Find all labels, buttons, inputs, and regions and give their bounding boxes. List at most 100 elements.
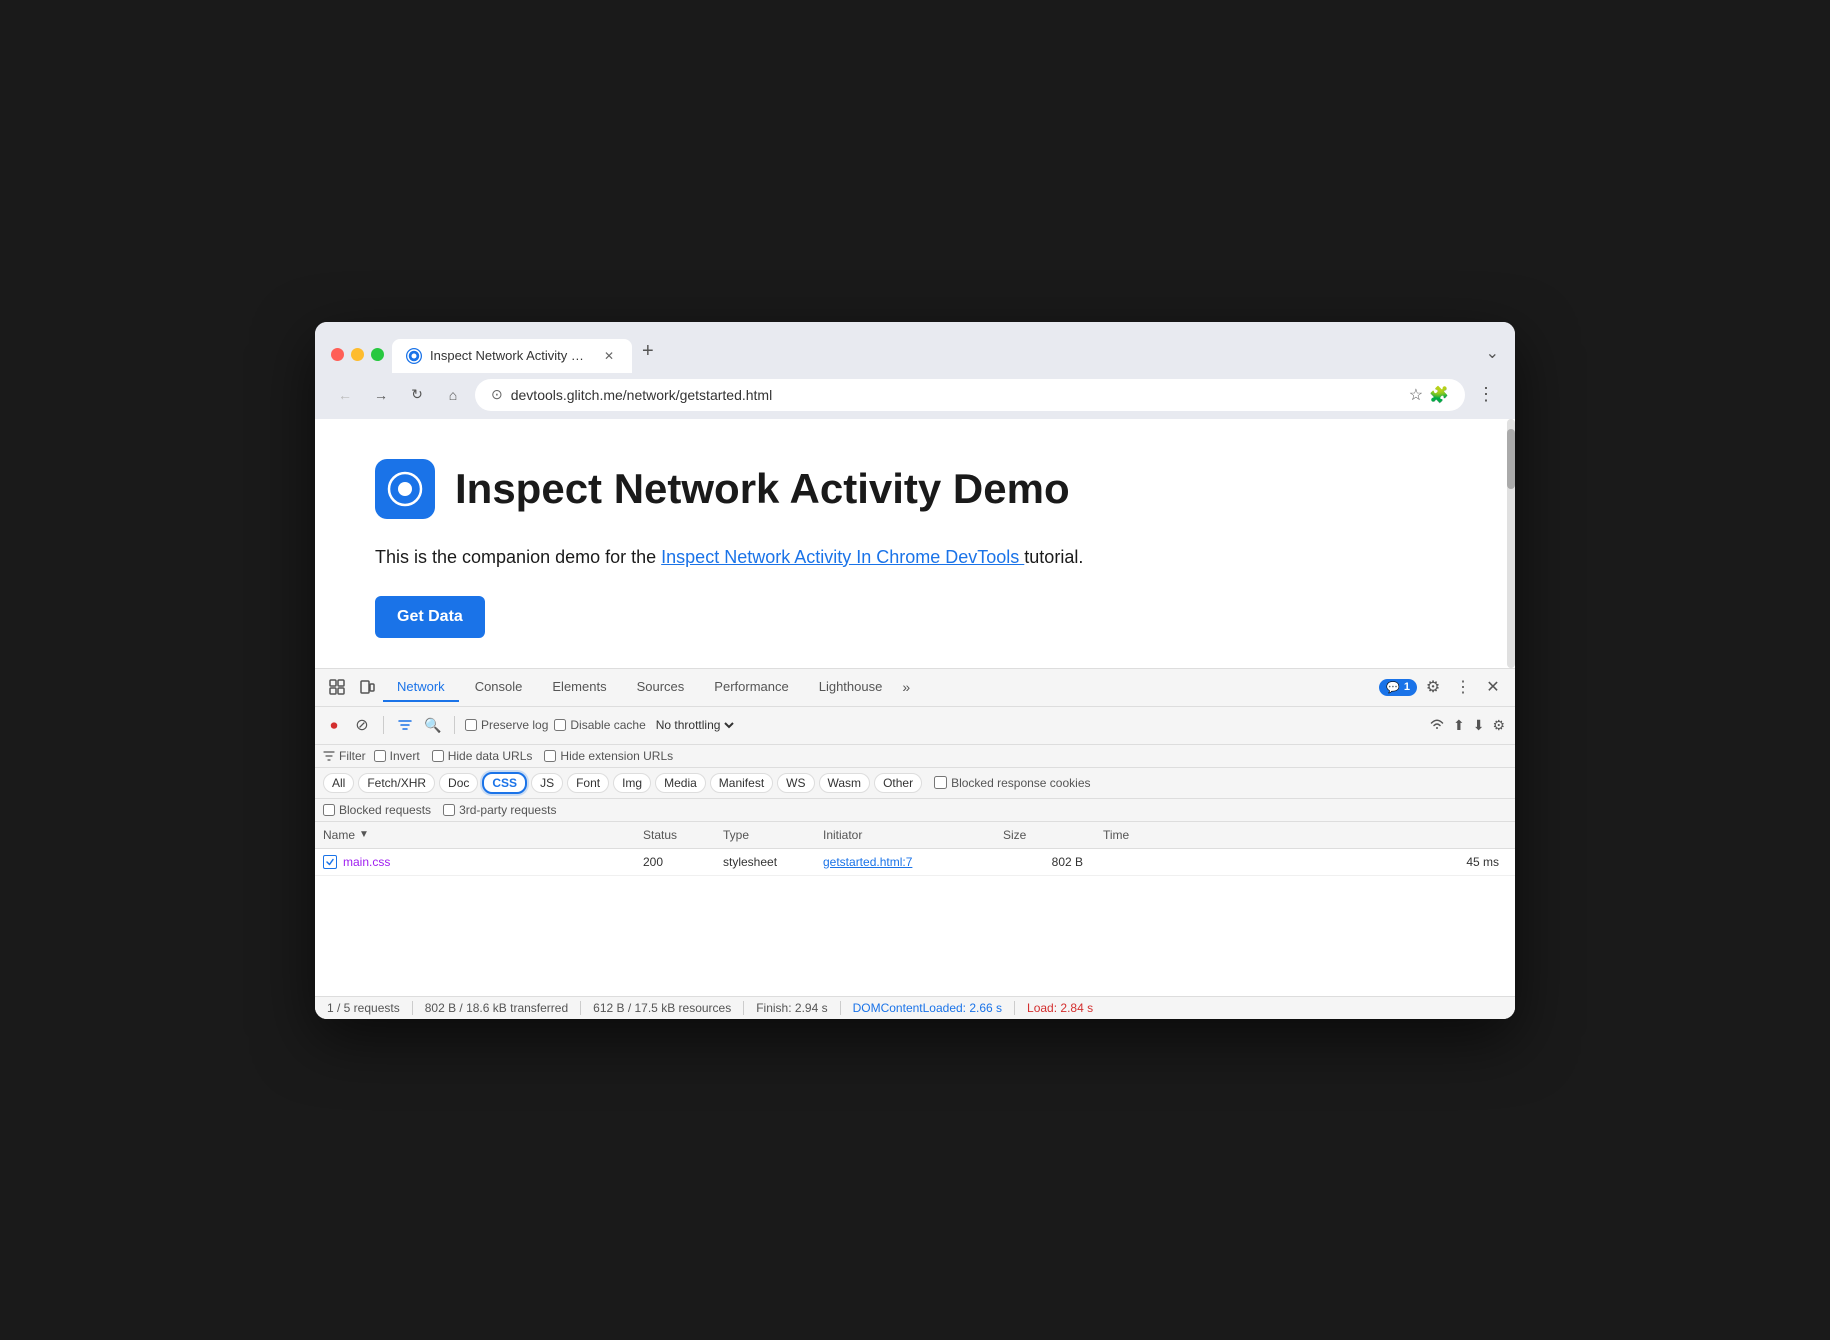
minimize-button[interactable] (351, 348, 364, 361)
more-tabs-button[interactable]: » (898, 679, 914, 695)
address-input-area[interactable]: ⊙ devtools.glitch.me/network/getstarted.… (475, 379, 1465, 411)
tab-close-button[interactable]: ✕ (600, 347, 618, 365)
td-initiator[interactable]: getstarted.html:7 (823, 855, 1003, 869)
type-btn-wasm[interactable]: Wasm (819, 773, 871, 793)
tab-lighthouse[interactable]: Lighthouse (805, 673, 897, 702)
status-bar: 1 / 5 requests 802 B / 18.6 kB transferr… (315, 996, 1515, 1019)
extensions-icon[interactable]: 🧩 (1429, 385, 1449, 405)
blocked-response-cookies-label: Blocked response cookies (951, 776, 1090, 790)
maximize-button[interactable] (371, 348, 384, 361)
file-name: main.css (343, 855, 390, 869)
type-btn-fetch-xhr[interactable]: Fetch/XHR (358, 773, 435, 793)
invert-label: Invert (390, 749, 420, 763)
type-filter-row: All Fetch/XHR Doc CSS JS Font Img Media … (315, 768, 1515, 799)
device-mode-button[interactable] (353, 673, 381, 701)
throttle-select[interactable]: No throttling Fast 3G Slow 3G Offline (652, 717, 737, 733)
back-button[interactable]: ← (331, 381, 359, 409)
hide-data-urls-label: Hide data URLs (448, 749, 533, 763)
devtools-panel: Network Console Elements Sources Perform… (315, 668, 1515, 1019)
bookmark-icon[interactable]: ☆ (1409, 385, 1423, 405)
tab-dropdown-button[interactable]: ⌄ (1486, 343, 1499, 373)
page-logo (375, 459, 435, 519)
network-right-icons: ⬆ ⬇ ⚙ (1427, 715, 1507, 736)
sort-icon[interactable]: ▼ (359, 829, 369, 840)
type-btn-all[interactable]: All (323, 773, 354, 793)
close-button[interactable] (331, 348, 344, 361)
network-settings-icon[interactable]: ⚙ (1490, 715, 1507, 736)
invert-checkbox[interactable] (374, 750, 386, 762)
blocked-row: Blocked requests 3rd-party requests (315, 799, 1515, 822)
page-header: Inspect Network Activity Demo (375, 459, 1455, 519)
get-data-button[interactable]: Get Data (375, 596, 485, 638)
tab-network[interactable]: Network (383, 673, 459, 702)
badge-icon: 💬 (1386, 681, 1400, 694)
page-scroll-area: Inspect Network Activity Demo This is th… (315, 419, 1515, 668)
type-btn-img[interactable]: Img (613, 773, 651, 793)
third-party-requests-checkbox[interactable] (443, 804, 455, 816)
home-button[interactable]: ⌂ (439, 381, 467, 409)
type-btn-js[interactable]: JS (531, 773, 563, 793)
table-row[interactable]: main.css 200 stylesheet getstarted.html:… (315, 849, 1515, 876)
devtools-tabs: Network Console Elements Sources Perform… (315, 669, 1515, 707)
filter-row: Filter Invert Hide data URLs Hide extens… (315, 745, 1515, 768)
td-time: 45 ms (1103, 855, 1507, 869)
inspector-toggle-button[interactable] (323, 673, 351, 701)
tab-console[interactable]: Console (461, 673, 537, 702)
type-btn-ws[interactable]: WS (777, 773, 814, 793)
devtools-more-button[interactable]: ⋮ (1449, 673, 1477, 701)
subtitle-suffix: tutorial. (1024, 547, 1083, 567)
type-btn-font[interactable]: Font (567, 773, 609, 793)
hide-extension-urls-label: Hide extension URLs (560, 749, 673, 763)
hide-data-urls-checkbox[interactable] (432, 750, 444, 762)
type-btn-manifest[interactable]: Manifest (710, 773, 773, 793)
th-type: Type (723, 828, 823, 842)
tab-bar: Inspect Network Activity Dem ✕ + (392, 332, 1478, 373)
blocked-requests-checkbox[interactable] (323, 804, 335, 816)
preserve-log-group: Preserve log (465, 718, 548, 732)
status-finish: Finish: 2.94 s (744, 1001, 840, 1015)
wifi-icon[interactable] (1427, 715, 1447, 736)
type-btn-media[interactable]: Media (655, 773, 706, 793)
filter-icon (323, 750, 335, 762)
file-icon (323, 855, 337, 869)
devtools-close-button[interactable]: ✕ (1479, 673, 1507, 701)
record-button[interactable]: ⏺ (323, 714, 345, 736)
devtools-settings-button[interactable]: ⚙ (1419, 673, 1447, 701)
page-content: Inspect Network Activity Demo This is th… (315, 419, 1515, 668)
filter-checkboxes: Invert Hide data URLs Hide extension URL… (374, 749, 673, 763)
preserve-log-checkbox[interactable] (465, 719, 477, 731)
status-transferred: 802 B / 18.6 kB transferred (413, 1001, 581, 1015)
subtitle-link[interactable]: Inspect Network Activity In Chrome DevTo… (661, 547, 1024, 567)
type-btn-other[interactable]: Other (874, 773, 922, 793)
download-icon[interactable]: ⬇ (1471, 715, 1487, 736)
tab-sources[interactable]: Sources (623, 673, 699, 702)
type-btn-css[interactable]: CSS (482, 772, 527, 794)
disable-cache-group: Disable cache (554, 718, 645, 732)
browser-menu-button[interactable]: ⋮ (1473, 380, 1499, 409)
th-time: Time (1103, 828, 1507, 842)
filter-toggle-button[interactable] (394, 714, 416, 736)
status-requests: 1 / 5 requests (323, 1001, 413, 1015)
disable-cache-checkbox[interactable] (554, 719, 566, 731)
tab-performance[interactable]: Performance (700, 673, 802, 702)
page-scrollbar[interactable] (1507, 419, 1515, 668)
hide-extension-urls-checkbox[interactable] (544, 750, 556, 762)
clear-button[interactable]: ⊘ (351, 714, 373, 736)
back-icon: ← (338, 387, 352, 403)
scrollbar-thumb[interactable] (1507, 429, 1515, 489)
search-button[interactable]: 🔍 (422, 714, 444, 736)
blocked-response-cookies-checkbox[interactable] (934, 776, 947, 789)
active-tab[interactable]: Inspect Network Activity Dem ✕ (392, 339, 632, 373)
address-action-icons: ☆ 🧩 (1409, 385, 1449, 405)
forward-button[interactable]: → (367, 381, 395, 409)
new-tab-button[interactable]: + (632, 332, 664, 373)
upload-icon[interactable]: ⬆ (1451, 715, 1467, 736)
type-btn-doc[interactable]: Doc (439, 773, 478, 793)
page-subtitle: This is the companion demo for the Inspe… (375, 547, 1455, 568)
console-badge[interactable]: 💬 1 (1379, 679, 1417, 696)
tab-elements[interactable]: Elements (538, 673, 620, 702)
reload-button[interactable]: ↻ (403, 381, 431, 409)
window-controls (331, 348, 384, 373)
home-icon: ⌂ (449, 387, 457, 403)
td-status: 200 (643, 855, 723, 869)
